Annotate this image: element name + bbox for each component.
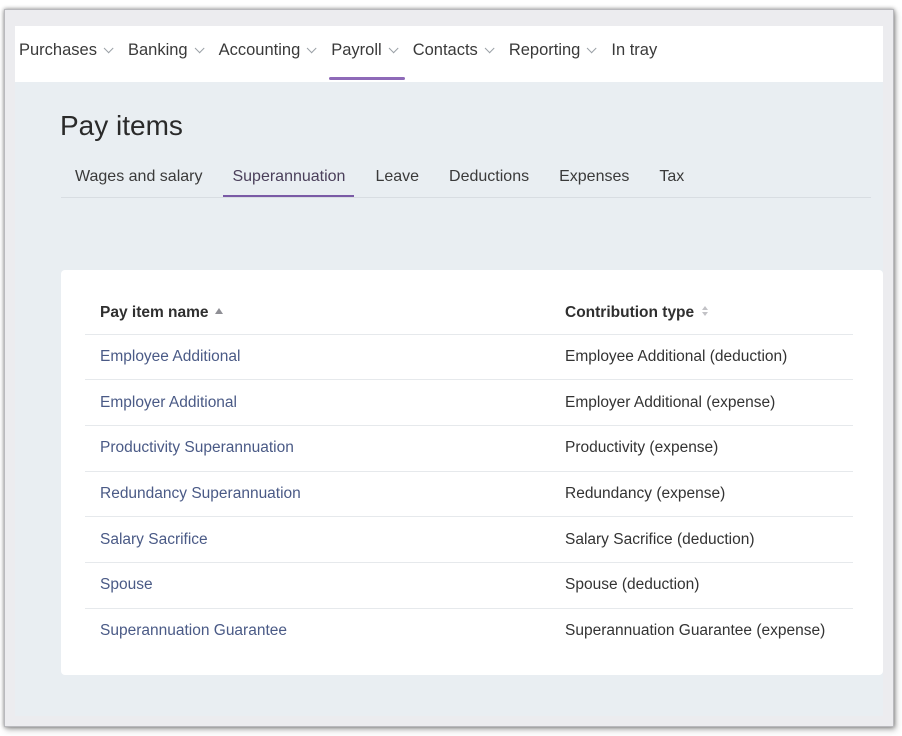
tab-wages-and-salary[interactable]: Wages and salary — [61, 162, 217, 196]
column-header-pay-item-name[interactable]: Pay item name — [85, 292, 550, 334]
pay-item-name-cell: Superannuation Guarantee — [85, 607, 550, 654]
column-header-contribution-type[interactable]: Contribution type — [550, 292, 853, 334]
contribution-type-cell: Salary Sacrifice (deduction) — [550, 516, 853, 563]
app-window: Purchases Banking Accounting Payroll Contact… — [15, 26, 883, 716]
nav-item-label: Accounting — [218, 40, 301, 59]
screenshot-frame: Purchases Banking Accounting Payroll Contact… — [4, 9, 894, 727]
tab-expenses[interactable]: Expenses — [544, 162, 644, 196]
chevron-down-icon — [388, 42, 399, 53]
tab-leave[interactable]: Leave — [360, 162, 434, 196]
nav-item-label: Banking — [127, 40, 188, 59]
column-header-label: Pay item name — [100, 303, 209, 321]
table-row[interactable]: Productivity Superannuation Productivity … — [85, 424, 853, 472]
pay-items-table: Pay item name Contribution type Employee… — [85, 292, 853, 654]
contribution-type-cell: Spouse (deduction) — [550, 561, 853, 609]
nav-item-label: In tray — [611, 40, 658, 59]
pay-item-name-cell: Spouse — [85, 561, 550, 609]
contribution-type-cell: Employer Additional (expense) — [550, 379, 853, 426]
tab-deductions[interactable]: Deductions — [434, 162, 544, 196]
table-row[interactable]: Redundancy Superannuation Redundancy (exp… — [85, 470, 853, 517]
pay-item-link[interactable]: Spouse — [100, 576, 153, 593]
table-row[interactable]: Spouse Spouse (deduction) — [85, 561, 853, 609]
pay-items-card: Pay item name Contribution type Employee… — [61, 270, 883, 675]
contribution-type-cell: Employee Additional (deduction) — [550, 333, 853, 380]
pay-item-name-cell: Productivity Superannuation — [85, 424, 550, 472]
pay-item-name-cell: Redundancy Superannuation — [85, 470, 550, 517]
nav-item-contacts[interactable]: Contacts — [412, 34, 495, 66]
pay-item-link[interactable]: Productivity Superannuation — [100, 439, 294, 456]
pay-items-tabs: Wages and salary Superannuation Leave Deduc… — [61, 162, 871, 198]
nav-item-label: Purchases — [19, 40, 97, 59]
table-header-row: Pay item name Contribution type — [85, 292, 853, 334]
nav-item-payroll[interactable]: Payroll — [329, 34, 406, 80]
chevron-down-icon — [194, 42, 205, 53]
table-row[interactable]: Employee Additional Employee Additional (… — [85, 333, 853, 380]
nav-item-label: Payroll — [331, 40, 382, 59]
chevron-down-icon — [103, 42, 114, 53]
column-header-label: Contribution type — [565, 303, 695, 321]
tab-tax[interactable]: Tax — [644, 162, 699, 196]
nav-item-in-tray[interactable]: In tray — [611, 34, 657, 66]
chevron-down-icon — [306, 42, 317, 53]
pay-item-name-cell: Employer Additional — [85, 379, 550, 426]
chevron-down-icon — [587, 42, 597, 53]
contribution-type-cell: Productivity (expense) — [550, 424, 853, 472]
top-navigation: Purchases Banking Accounting Payroll Contact… — [15, 26, 883, 82]
nav-item-label: Contacts — [412, 40, 478, 59]
pay-item-link[interactable]: Superannuation Guarantee — [100, 622, 287, 639]
table-row[interactable]: Superannuation Guarantee Superannuation G… — [85, 607, 853, 654]
pay-item-name-cell: Salary Sacrifice — [85, 516, 550, 563]
nav-item-accounting[interactable]: Accounting — [218, 34, 317, 66]
pay-item-name-cell: Employee Additional — [85, 333, 550, 380]
chevron-down-icon — [484, 42, 495, 53]
page-title: Pay items — [60, 110, 183, 141]
tab-superannuation[interactable]: Superannuation — [217, 162, 360, 197]
nav-item-label: Reporting — [508, 40, 581, 59]
table-row[interactable]: Salary Sacrifice Salary Sacrifice (deduct… — [85, 516, 853, 563]
table-row[interactable]: Employer Additional Employer Additional (… — [85, 379, 853, 426]
sort-icon — [702, 305, 709, 316]
nav-item-purchases[interactable]: Purchases — [19, 34, 114, 66]
pay-item-link[interactable]: Employee Additional — [100, 348, 240, 365]
nav-item-banking[interactable]: Banking — [127, 34, 205, 66]
nav-item-reporting[interactable]: Reporting — [508, 34, 597, 66]
sort-ascending-icon — [214, 307, 223, 314]
pay-item-link[interactable]: Redundancy Superannuation — [100, 485, 301, 502]
contribution-type-cell: Redundancy (expense) — [550, 470, 853, 517]
pay-item-link[interactable]: Salary Sacrifice — [100, 531, 208, 548]
pay-item-link[interactable]: Employer Additional — [100, 394, 237, 411]
contribution-type-cell: Superannuation Guarantee (expense) — [550, 607, 853, 654]
